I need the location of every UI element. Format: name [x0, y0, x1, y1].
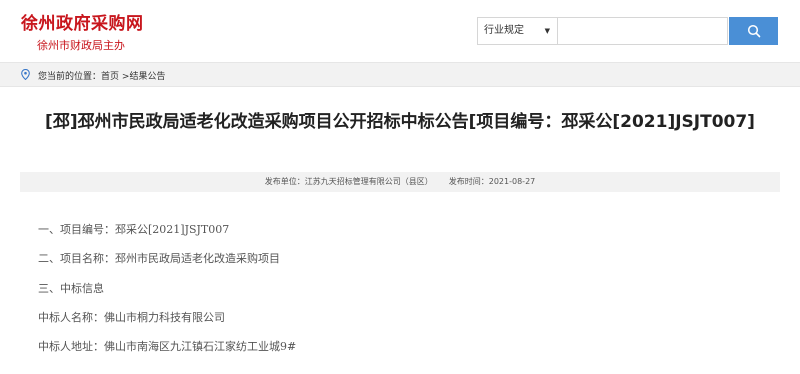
- content-line: 中标人名称：佛山市桐力科技有限公司: [38, 310, 225, 324]
- site-subtitle: 徐州市财政局主办: [37, 39, 125, 52]
- breadcrumb-home-link[interactable]: 首页: [101, 72, 119, 82]
- publisher-label: 发布单位：: [264, 177, 305, 186]
- publish-date-value: 2021-08-27: [488, 177, 536, 186]
- search-button[interactable]: [729, 17, 778, 45]
- content-line: 中标人地址：佛山市南海区九江镇石江家纺工业城9#: [38, 340, 297, 354]
- category-select-value: 行业规定: [484, 25, 524, 36]
- search-icon: [747, 24, 760, 38]
- breadcrumb-prefix: 您当前的位置：: [38, 72, 102, 82]
- content-line: 一、项目编号：邳采公[2021]JSJT007: [38, 223, 230, 236]
- site-title[interactable]: 徐州政府采购网: [21, 9, 144, 34]
- location-pin-icon: [21, 69, 30, 80]
- article-title: [邳]邳州市民政局适老化改造采购项目公开招标中标公告[项目编号：邳采公[2021…: [45, 112, 755, 132]
- search-bar: 行业规定 ▼: [477, 17, 728, 45]
- breadcrumb-bar: 您当前的位置：首页 >结果公告: [0, 62, 800, 87]
- site-header: 徐州政府采购网 徐州市财政局主办 行业规定 ▼: [0, 0, 800, 62]
- breadcrumb-current-link[interactable]: 结果公告: [129, 72, 165, 82]
- content-line: 三、中标信息: [38, 281, 104, 295]
- article-meta-bar: 发布单位：江苏九天招标管理有限公司（县区） 发布时间：2021-08-27: [20, 172, 780, 192]
- content-line: 二、项目名称：邳州市民政局适老化改造采购项目: [38, 252, 280, 266]
- publisher-value: 江苏九天招标管理有限公司（县区）: [304, 177, 433, 186]
- search-input[interactable]: [559, 18, 727, 44]
- breadcrumb: 您当前的位置：首页 >结果公告: [38, 69, 165, 82]
- breadcrumb-separator: >: [119, 72, 130, 82]
- category-select[interactable]: 行业规定 ▼: [478, 18, 558, 44]
- chevron-down-icon: ▼: [544, 27, 550, 35]
- article-content: 一、项目编号：邳采公[2021]JSJT007 二、项目名称：邳州市民政局适老化…: [38, 215, 768, 361]
- publish-date-label: 发布时间：: [448, 177, 489, 186]
